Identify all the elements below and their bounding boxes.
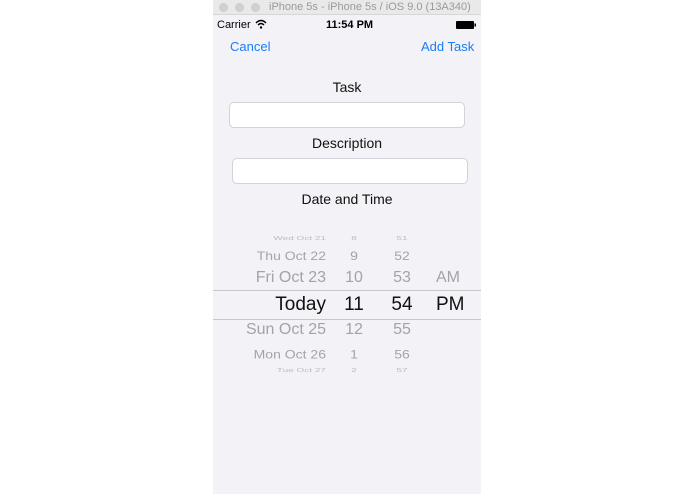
picker-ampm-value: PM [436, 293, 465, 315]
picker-hour-value: 2 [351, 367, 357, 374]
picker-minute-value: 56 [394, 346, 410, 361]
add-task-button[interactable]: Add Task [421, 39, 474, 54]
picker-row[interactable]: Wed Oct 21 8 51 [213, 233, 481, 245]
simulator-window: iPhone 5s - iPhone 5s / iOS 9.0 (13A340)… [213, 0, 481, 494]
picker-minute-value: 57 [396, 367, 408, 374]
picker-date-value: Thu Oct 22 [256, 248, 326, 263]
picker-minute-value: 55 [393, 321, 411, 339]
status-bar: Carrier 11:54 PM [213, 16, 481, 34]
picker-row[interactable]: Mon Oct 26 1 56 [213, 346, 481, 363]
picker-ampm-value: AM [436, 269, 460, 287]
picker-hour-value: 10 [345, 269, 363, 287]
task-label: Task [332, 79, 362, 95]
task-input[interactable] [229, 102, 465, 128]
picker-hour-value: 11 [344, 293, 364, 315]
selection-top-divider [213, 290, 481, 291]
picker-minute-value: 52 [394, 248, 410, 263]
picker-date-value: Fri Oct 23 [255, 269, 326, 287]
selection-bottom-divider [213, 319, 481, 320]
picker-hour-value: 9 [350, 248, 358, 263]
picker-date-value: Mon Oct 26 [253, 346, 326, 361]
battery-icon [456, 21, 476, 29]
picker-row[interactable]: Thu Oct 22 9 52 [213, 248, 481, 265]
picker-date-value: Wed Oct 21 [273, 235, 326, 242]
cancel-button[interactable]: Cancel [230, 39, 270, 54]
picker-hour-value: 1 [350, 346, 358, 361]
minimize-window-button[interactable] [235, 3, 244, 12]
picker-date-value: Sun Oct 25 [245, 321, 326, 339]
picker-date-value: Today [275, 293, 326, 315]
description-input[interactable] [232, 158, 468, 184]
picker-date-value: Tue Oct 27 [276, 367, 326, 374]
window-titlebar: iPhone 5s - iPhone 5s / iOS 9.0 (13A340) [213, 0, 481, 15]
date-time-picker[interactable]: Wed Oct 21 8 51 Thu Oct 22 9 52 Fri Oct 23 10 53… [213, 226, 481, 382]
window-title: iPhone 5s - iPhone 5s / iOS 9.0 (13A340) [269, 1, 471, 13]
picker-hour-value: 12 [345, 321, 363, 339]
picker-minute-value: 51 [396, 235, 408, 242]
picker-row[interactable]: Tue Oct 27 2 57 [213, 365, 481, 377]
picker-row[interactable]: Sun Oct 25 12 55 [213, 321, 481, 340]
picker-row[interactable]: Fri Oct 23 10 53 AM [213, 269, 481, 288]
description-label: Description [311, 135, 383, 151]
picker-row[interactable]: Today 11 54 PM [213, 294, 481, 317]
date-time-label: Date and Time [301, 191, 393, 207]
status-time: 11:54 PM [326, 19, 374, 31]
close-window-button[interactable] [219, 3, 228, 12]
carrier-label: Carrier [217, 19, 251, 31]
zoom-window-button[interactable] [251, 3, 260, 12]
picker-minute-value: 54 [391, 293, 413, 315]
picker-minute-value: 53 [393, 269, 411, 287]
wifi-icon [255, 19, 267, 29]
picker-hour-value: 8 [351, 235, 357, 242]
